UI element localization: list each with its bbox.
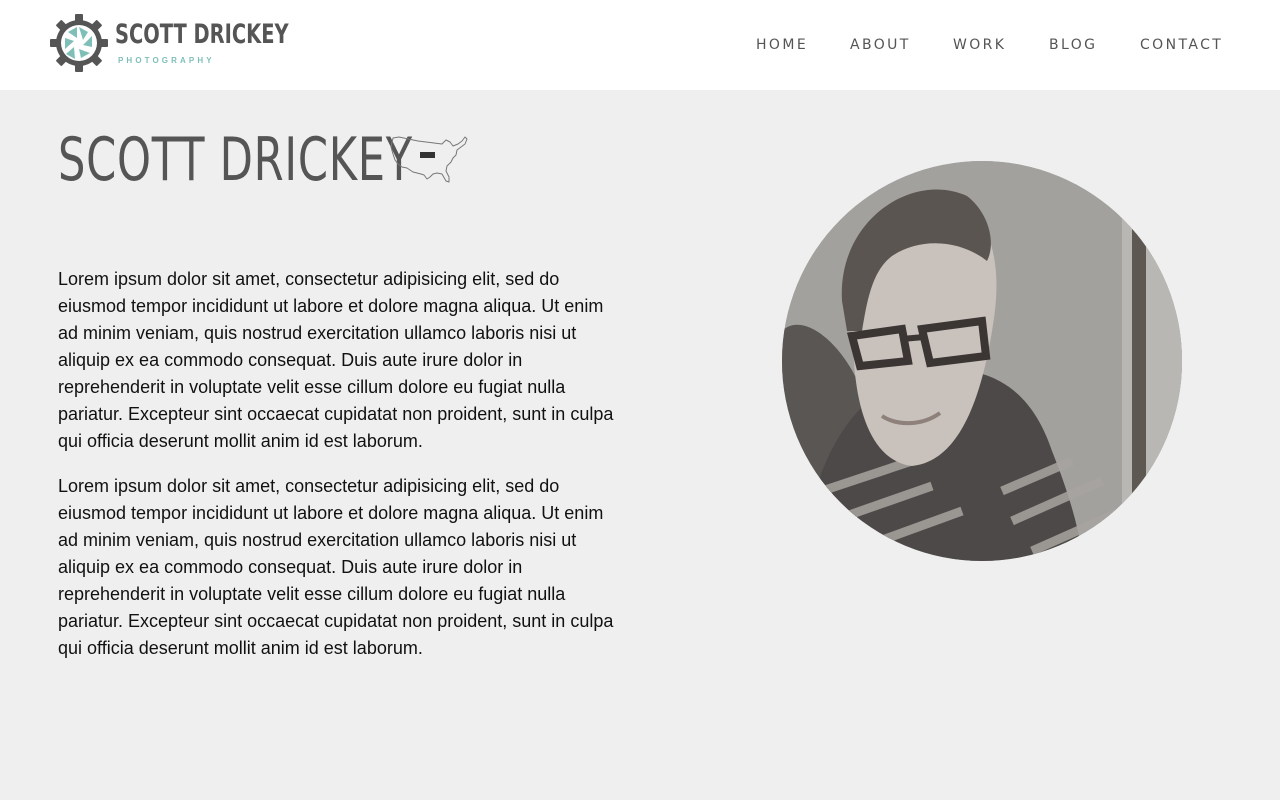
nav-item-contact[interactable]: CONTACT (1140, 34, 1223, 56)
portrait-photo (782, 161, 1182, 561)
logo-name: SCOTT DRICKEY (115, 19, 289, 50)
about-paragraph: Lorem ipsum dolor sit amet, consectetur … (58, 476, 614, 658)
about-text: Lorem ipsum dolor sit amet, consectetur … (58, 266, 623, 680)
nav-item-about[interactable]: ABOUT (850, 34, 911, 56)
site-header: SCOTT DRICKEY PHOTOGRAPHY HOME ABOUT WOR… (0, 0, 1280, 90)
nav-item-home[interactable]: HOME (756, 34, 808, 56)
logo-tagline: PHOTOGRAPHY (118, 56, 215, 65)
site-logo[interactable]: SCOTT DRICKEY PHOTOGRAPHY (50, 14, 289, 72)
about-paragraph: Lorem ipsum dolor sit amet, consectetur … (58, 269, 614, 451)
camera-aperture-gear-icon (50, 14, 108, 72)
nav-item-work[interactable]: WORK (953, 34, 1006, 56)
page-title: SCOTT DRICKEY (58, 125, 413, 195)
nav-item-blog[interactable]: BLOG (1049, 34, 1097, 56)
usa-map-icon (390, 136, 468, 183)
